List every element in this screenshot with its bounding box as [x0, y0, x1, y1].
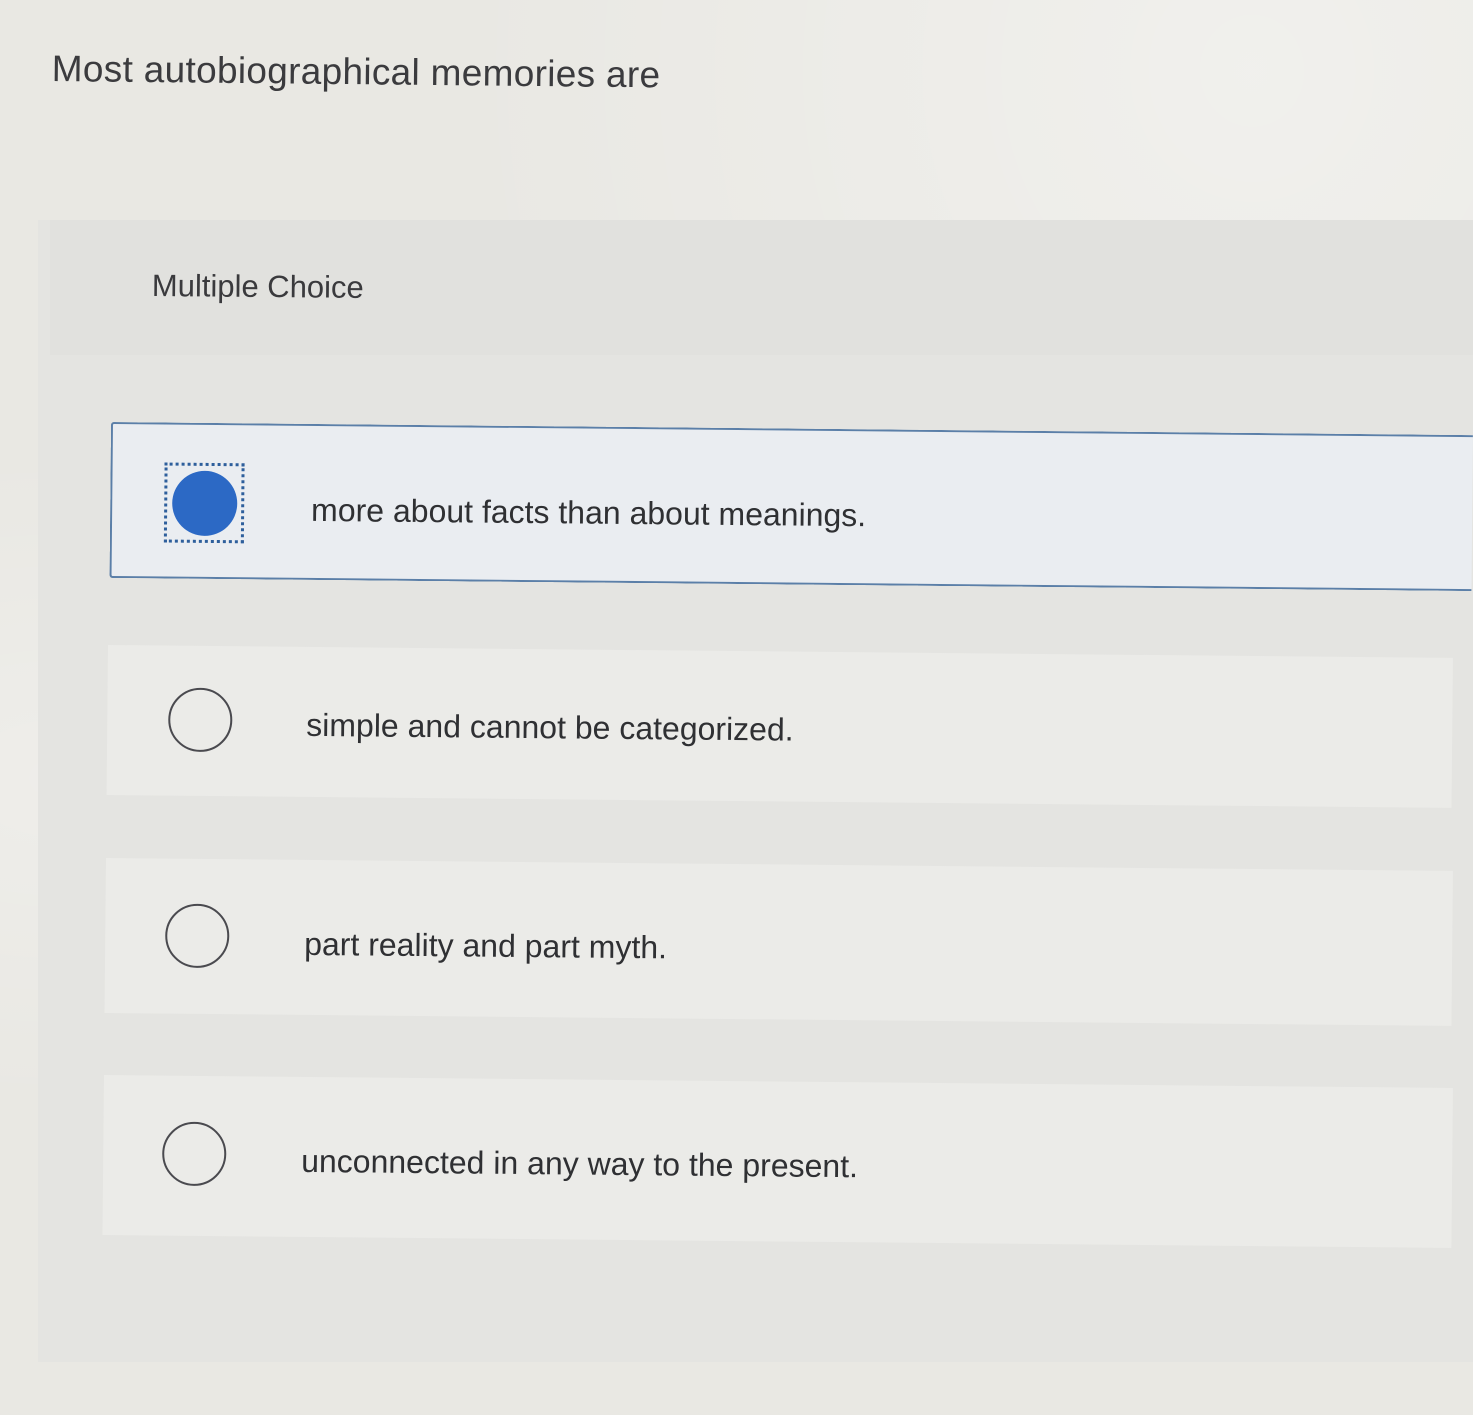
- question-text: Most autobiographical memories are: [51, 48, 661, 96]
- radio-button[interactable]: [167, 687, 233, 753]
- answer-option-2[interactable]: simple and cannot be categorized.: [106, 645, 1453, 808]
- radio-button-selected[interactable]: [163, 462, 245, 544]
- answer-option-label: part reality and part myth.: [304, 925, 668, 966]
- answer-option-label: simple and cannot be categorized.: [306, 706, 794, 748]
- question-type-label: Multiple Choice: [151, 268, 364, 305]
- answer-option-1[interactable]: more about facts than about meanings.: [109, 422, 1473, 592]
- radio-selected-dot-icon: [171, 470, 238, 537]
- answer-option-label: unconnected in any way to the present.: [301, 1142, 859, 1185]
- radio-button[interactable]: [161, 1121, 227, 1187]
- answer-option-4[interactable]: unconnected in any way to the present.: [102, 1075, 1453, 1248]
- radio-button[interactable]: [164, 903, 230, 969]
- answer-option-3[interactable]: part reality and part myth.: [104, 858, 1453, 1026]
- answer-option-label: more about facts than about meanings.: [310, 491, 867, 534]
